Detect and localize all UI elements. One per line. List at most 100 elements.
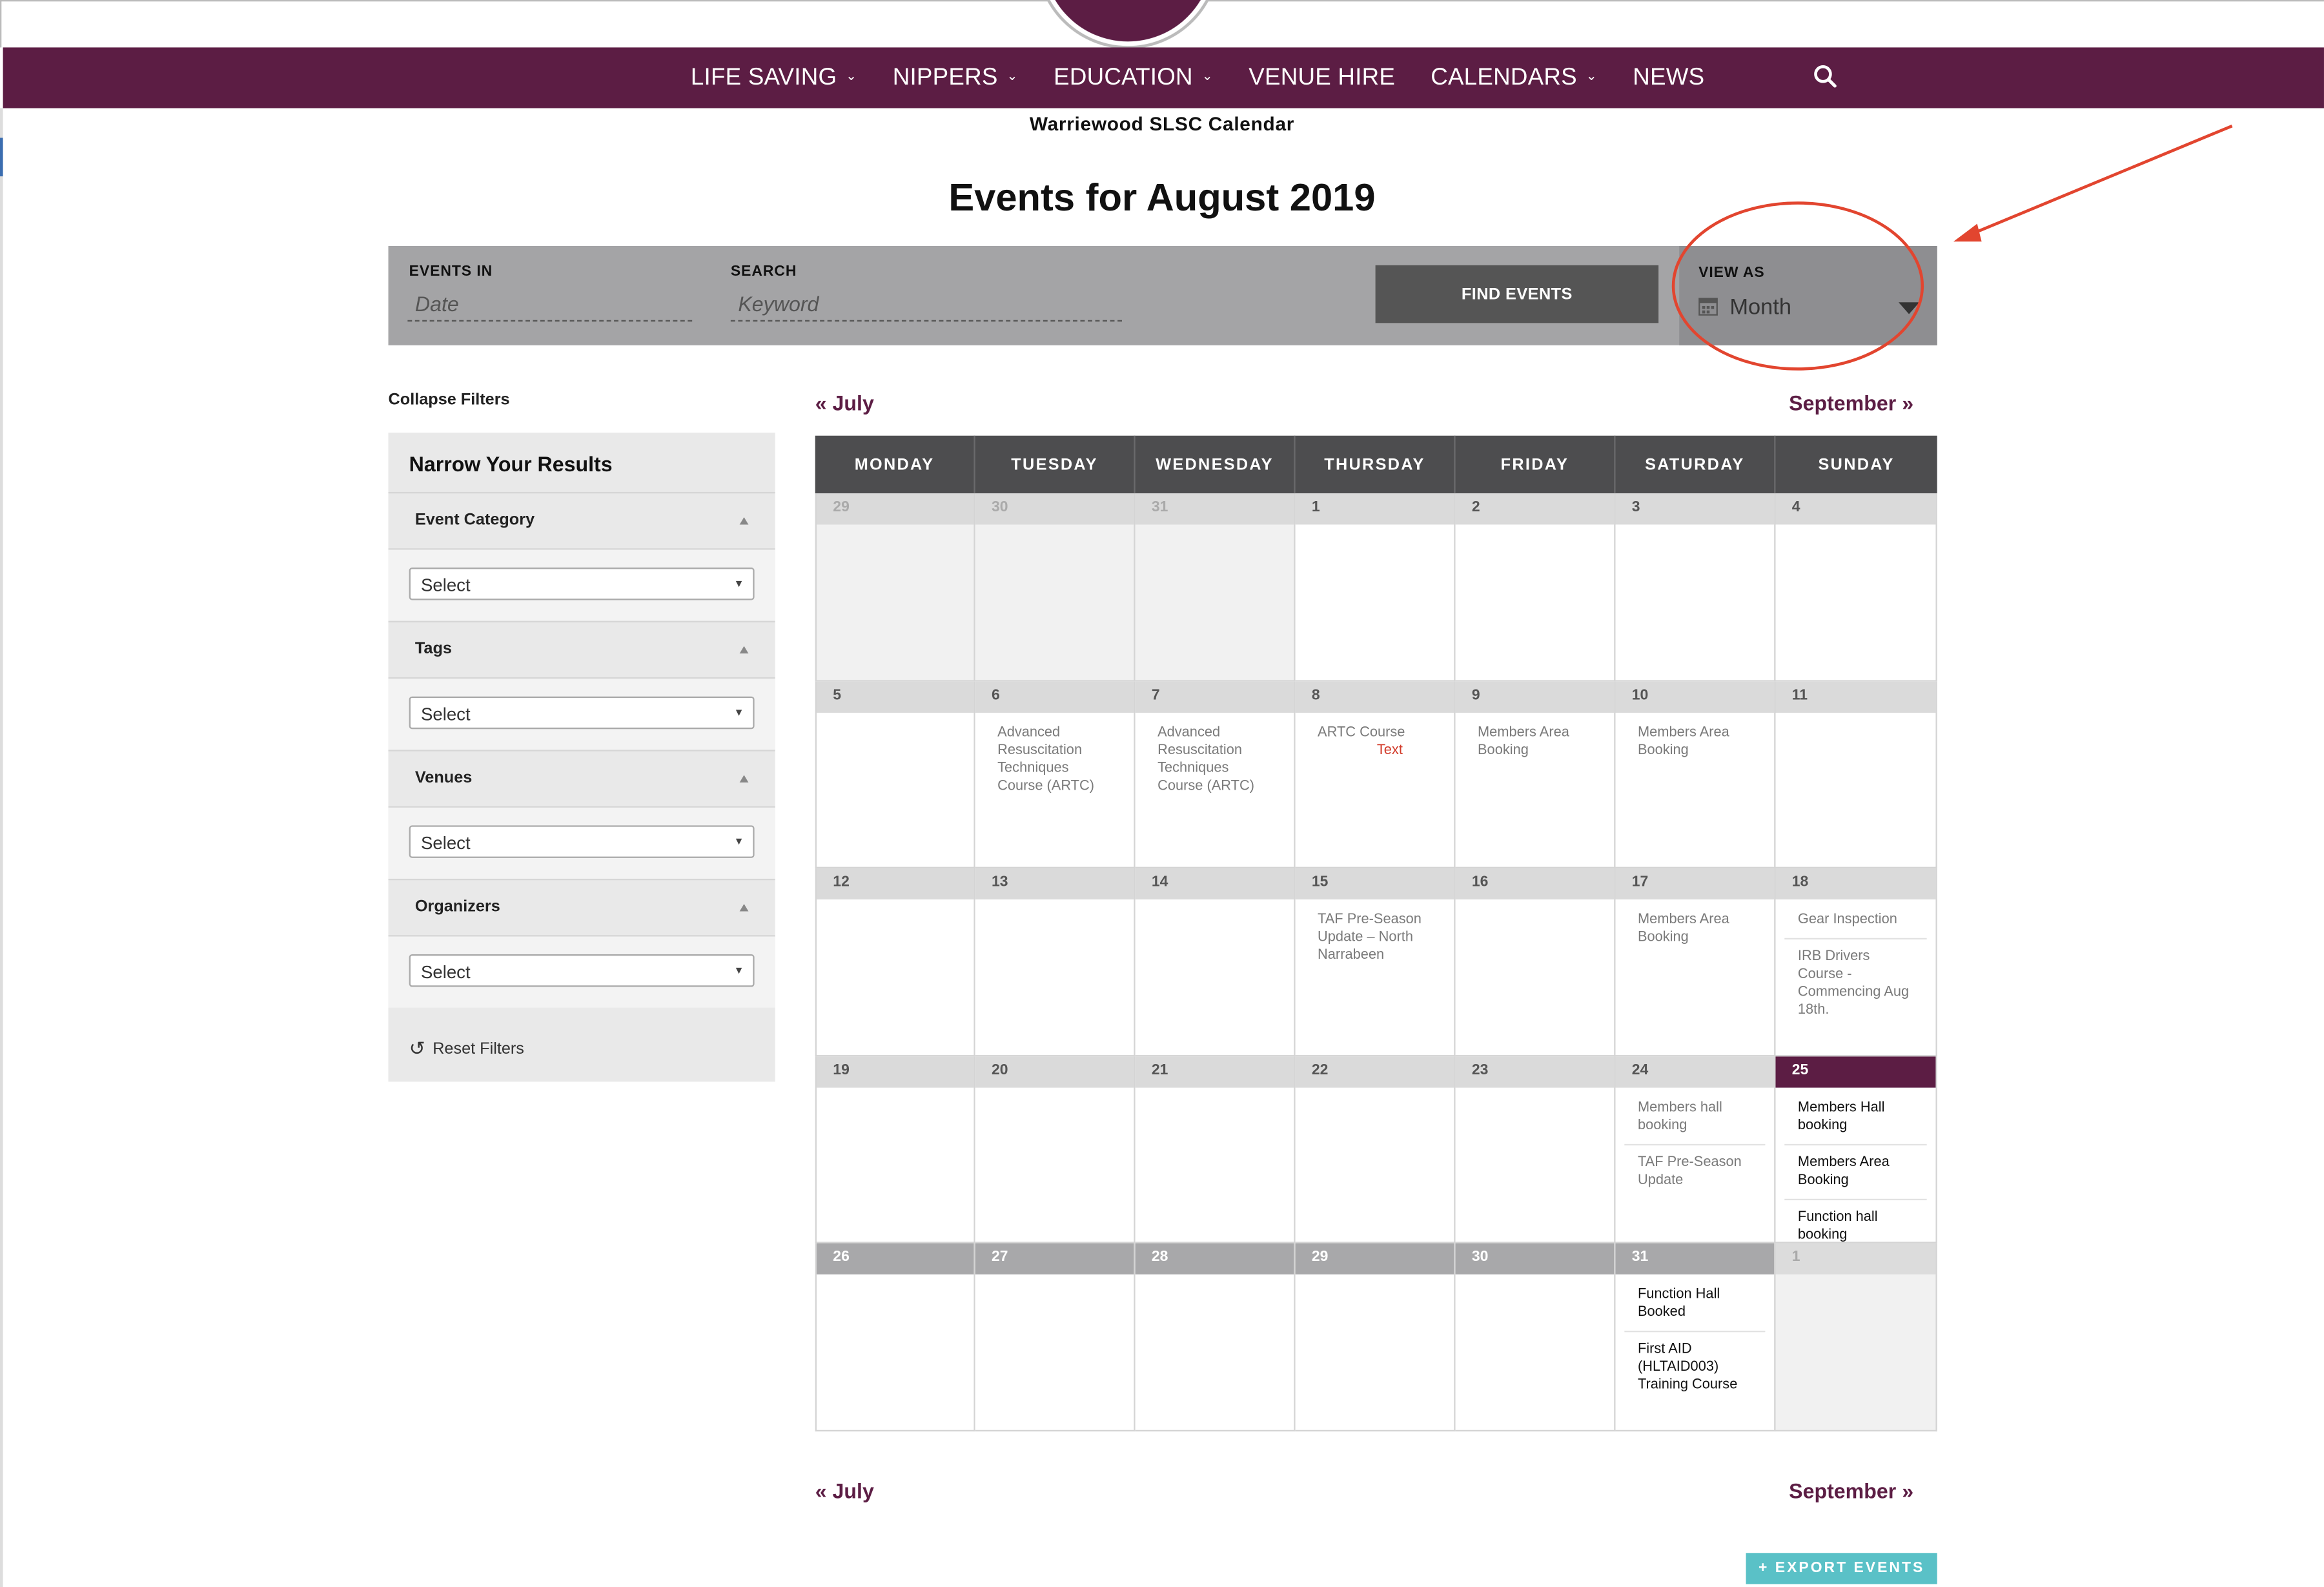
- calendar-event[interactable]: Members Area Booking: [1456, 712, 1615, 759]
- select-value: Select: [421, 704, 471, 725]
- day-number[interactable]: 25: [1775, 1056, 1936, 1087]
- calendar-day: 14: [1135, 868, 1296, 1056]
- day-number[interactable]: 28: [1135, 1243, 1294, 1275]
- keyword-input[interactable]: Keyword: [730, 292, 1122, 322]
- date-input[interactable]: Date: [407, 292, 693, 322]
- search-icon[interactable]: [1811, 62, 1841, 92]
- nav-item-calendars[interactable]: CALENDARS ⌄: [1431, 65, 1597, 91]
- calendar-event[interactable]: Members hall booking: [1616, 1087, 1775, 1134]
- filter-select-wrap: Select ▼: [388, 935, 775, 1008]
- day-number[interactable]: 18: [1775, 868, 1936, 900]
- day-number[interactable]: 10: [1615, 681, 1775, 712]
- view-as-select[interactable]: VIEW AS Month: [1679, 245, 1937, 345]
- day-number[interactable]: 22: [1295, 1056, 1454, 1087]
- event-note: Text: [1376, 741, 1403, 758]
- day-number[interactable]: 20: [975, 1056, 1134, 1087]
- day-number[interactable]: 9: [1455, 681, 1615, 712]
- day-number[interactable]: 11: [1775, 681, 1936, 712]
- day-number[interactable]: 8: [1295, 681, 1454, 712]
- calendar-event[interactable]: Function Hall Booked: [1616, 1275, 1775, 1322]
- nav-item-venue-hire[interactable]: VENUE HIRE: [1249, 65, 1395, 91]
- day-number[interactable]: 23: [1455, 1056, 1615, 1087]
- nav-item-life-saving[interactable]: LIFE SAVING ⌄: [691, 65, 857, 91]
- calendar-event[interactable]: Members Area Booking: [1616, 899, 1775, 947]
- prev-month-link[interactable]: « July: [815, 391, 874, 415]
- calendar-day: 6 Advanced Resuscitation Techniques Cours…: [975, 681, 1136, 868]
- calendar-event[interactable]: First AID (HLTAID003) Training Course: [1624, 1330, 1766, 1395]
- nav-item-label: VENUE HIRE: [1249, 64, 1396, 90]
- nav-item-label: LIFE SAVING: [690, 64, 837, 90]
- day-number[interactable]: 13: [975, 868, 1134, 900]
- calendar-event[interactable]: TAF Pre-Season Update: [1624, 1143, 1766, 1189]
- day-number[interactable]: 1: [1775, 1243, 1936, 1275]
- reset-filters-button[interactable]: ↺ Reset Filters: [409, 1038, 524, 1061]
- prev-month-link-bottom[interactable]: « July: [815, 1479, 874, 1503]
- day-number[interactable]: 1: [1295, 493, 1454, 525]
- day-number[interactable]: 6: [975, 681, 1134, 712]
- day-number[interactable]: 30: [975, 493, 1134, 525]
- collapse-arrow-icon[interactable]: [739, 775, 749, 783]
- event-category-select[interactable]: Select ▼: [409, 568, 755, 600]
- filter-section-tags[interactable]: Tags: [388, 620, 775, 677]
- export-events-button[interactable]: + EXPORT EVENTS: [1746, 1553, 1937, 1584]
- site-caption: Warriewood SLSC Calendar: [1029, 112, 1295, 135]
- day-number[interactable]: 31: [1615, 1243, 1775, 1275]
- day-number[interactable]: 3: [1615, 493, 1775, 525]
- calendar-event[interactable]: Advanced Resuscitation Techniques Course…: [975, 712, 1134, 795]
- nav-item-nippers[interactable]: NIPPERS ⌄: [893, 65, 1018, 91]
- calendar-day: 22: [1295, 1056, 1456, 1244]
- day-number[interactable]: 29: [1295, 1243, 1454, 1275]
- day-number[interactable]: 4: [1775, 493, 1936, 525]
- day-number[interactable]: 24: [1615, 1056, 1775, 1087]
- filter-section-venues[interactable]: Venues: [388, 750, 775, 806]
- collapse-arrow-icon[interactable]: [739, 517, 749, 525]
- day-number[interactable]: 17: [1615, 868, 1775, 900]
- filter-section-event-category[interactable]: Event Category: [388, 491, 775, 548]
- day-number[interactable]: 5: [817, 681, 974, 712]
- filter-section-organizers[interactable]: Organizers: [388, 878, 775, 935]
- nav-item-news[interactable]: NEWS: [1633, 65, 1704, 91]
- calendar-event[interactable]: Members Hall booking: [1775, 1087, 1935, 1134]
- tags-select[interactable]: Select ▼: [409, 696, 755, 730]
- day-number[interactable]: 27: [975, 1243, 1134, 1275]
- calendar-day: 28: [1135, 1243, 1296, 1431]
- nav-item-education[interactable]: EDUCATION ⌄: [1054, 65, 1213, 91]
- day-number[interactable]: 14: [1135, 868, 1294, 900]
- calendar-event[interactable]: Gear Inspection: [1775, 899, 1935, 929]
- day-number[interactable]: 15: [1295, 868, 1454, 900]
- day-number[interactable]: 16: [1455, 868, 1615, 900]
- collapse-arrow-icon[interactable]: [739, 904, 749, 912]
- day-number[interactable]: 19: [817, 1056, 974, 1087]
- day-number[interactable]: 31: [1135, 493, 1294, 525]
- venues-select[interactable]: Select ▼: [409, 825, 755, 858]
- find-events-button[interactable]: FIND EVENTS: [1375, 265, 1659, 323]
- weekday-header: MONDAY TUESDAY WEDNESDAY THURSDAY FRIDAY SATU…: [815, 435, 1937, 494]
- club-logo[interactable]: [1039, 0, 1217, 46]
- day-number[interactable]: 12: [817, 868, 974, 900]
- day-number[interactable]: 7: [1135, 681, 1294, 712]
- organizers-select[interactable]: Select ▼: [409, 954, 755, 987]
- next-month-link-bottom[interactable]: September »: [1789, 1479, 1913, 1503]
- calendar-week: 12 13 14 15 TAF Pre-Season Update – North Na…: [815, 868, 1937, 1056]
- calendar-grid: 29 30 31 1 2 3 4 5 6 Advanced Resuscitation Techn…: [815, 493, 1937, 1431]
- calendar-event[interactable]: Members Area Booking: [1616, 712, 1775, 759]
- next-month-link[interactable]: September »: [1789, 391, 1913, 415]
- weekday-saturday: SATURDAY: [1616, 435, 1776, 494]
- day-number[interactable]: 21: [1135, 1056, 1294, 1087]
- calendar-day: 9 Members Area Booking: [1455, 681, 1616, 868]
- day-number[interactable]: 29: [817, 493, 974, 525]
- day-number[interactable]: 2: [1455, 493, 1615, 525]
- collapse-arrow-icon[interactable]: [739, 646, 749, 654]
- calendar-day: 30: [1455, 1243, 1616, 1431]
- day-number[interactable]: 26: [817, 1243, 974, 1275]
- collapse-filters-link[interactable]: Collapse Filters: [389, 391, 510, 409]
- calendar-event[interactable]: Advanced Resuscitation Techniques Course…: [1136, 712, 1294, 795]
- calendar-event[interactable]: TAF Pre-Season Update – North Narrabeen: [1296, 899, 1454, 965]
- chevron-down-icon: ▼: [733, 966, 744, 977]
- calendar-event[interactable]: Function hall booking: [1784, 1198, 1927, 1244]
- calendar-event[interactable]: IRB Drivers Course - Commencing Aug 18th…: [1784, 937, 1927, 1019]
- event-title: Members Area Booking: [1478, 724, 1569, 758]
- calendar-event[interactable]: Members Area Booking: [1784, 1143, 1927, 1189]
- calendar-event[interactable]: ARTC Course Text: [1296, 712, 1454, 759]
- day-number[interactable]: 30: [1455, 1243, 1615, 1275]
